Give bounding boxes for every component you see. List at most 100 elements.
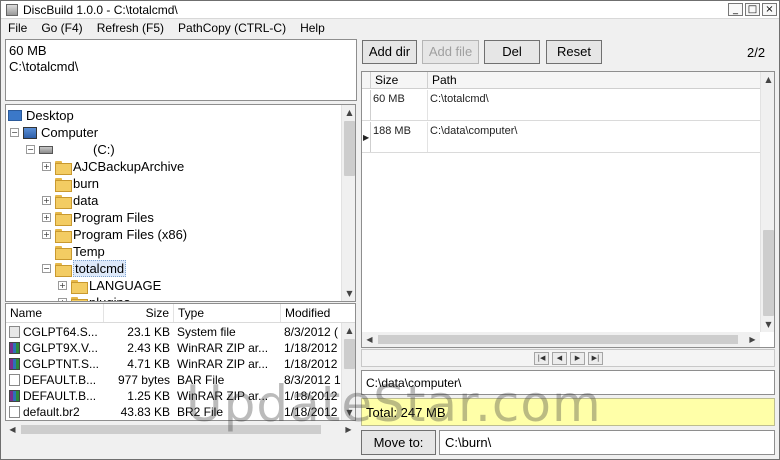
folder-icon [71, 296, 88, 301]
drive-icon [39, 145, 53, 154]
column-header-path[interactable]: Path [428, 72, 762, 88]
tree-item-label: data [73, 193, 99, 208]
column-header-size[interactable]: Size [104, 304, 174, 322]
column-header-size[interactable]: Size [371, 72, 428, 88]
tree-item-plugins[interactable]: + plugins [58, 294, 130, 301]
scroll-thumb[interactable] [378, 335, 738, 344]
grid-header: Size Path [362, 72, 762, 89]
scroll-up-icon[interactable]: ▲ [342, 105, 355, 120]
tree-item-totalcmd[interactable]: − totalcmd [42, 260, 127, 277]
add-dir-button[interactable]: Add dir [362, 40, 417, 64]
scroll-left-icon[interactable]: ◀ [362, 332, 377, 347]
file-list-hscrollbar[interactable]: ◀ ▶ [5, 422, 356, 437]
file-row[interactable]: DEFAULT.B... 1.25 KB WinRAR ZIP ar... 1/… [6, 388, 346, 404]
tree-item-program-files[interactable]: + Program Files [42, 209, 154, 226]
tree-item-program-files-x86[interactable]: + Program Files (x86) [42, 226, 187, 243]
expand-icon[interactable]: + [42, 213, 51, 222]
file-name: CGLPTNT.S... [23, 357, 100, 371]
last-record-icon[interactable]: ▶| [588, 352, 603, 365]
file-list-header: Name Size Type Modified [6, 304, 355, 323]
grid-size: 188 MB [371, 122, 428, 152]
info-size: 60 MB [9, 43, 47, 58]
file-row[interactable]: CGLPT64.S... 23.1 KB System file 8/3/201… [6, 324, 346, 340]
desktop-icon [8, 110, 22, 121]
tree-item-label: Desktop [26, 108, 74, 123]
menu-file[interactable]: File [1, 21, 34, 35]
tree-item-label: Program Files (x86) [73, 227, 188, 242]
reset-button[interactable]: Reset [546, 40, 602, 64]
column-header-modified[interactable]: Modified [281, 304, 355, 322]
column-header-type[interactable]: Type [174, 304, 281, 322]
tree-item-computer[interactable]: − Computer [10, 124, 98, 141]
column-header-name[interactable]: Name [6, 304, 104, 322]
expand-icon[interactable]: + [42, 162, 51, 171]
expand-icon[interactable]: + [42, 196, 51, 205]
tree-item-temp[interactable]: Temp [55, 243, 105, 260]
folder-icon [55, 194, 72, 209]
first-record-icon[interactable]: |◀ [534, 352, 549, 365]
minimize-button[interactable]: _ [728, 3, 743, 16]
file-list-scrollbar[interactable]: ▲ ▼ [341, 323, 355, 420]
collapse-icon[interactable]: − [42, 264, 51, 273]
selected-path-field: C:\data\computer\ [361, 370, 775, 395]
expand-icon[interactable]: + [42, 230, 51, 239]
move-to-input[interactable]: C:\burn\ [439, 430, 775, 455]
scroll-thumb[interactable] [763, 230, 774, 316]
file-row[interactable]: CGLPTNT.S... 4.71 KB WinRAR ZIP ar... 1/… [6, 356, 346, 372]
grid-vscrollbar[interactable]: ▲ ▼ [760, 72, 774, 332]
menu-bar: File Go (F4) Refresh (F5) PathCopy (CTRL… [1, 19, 779, 37]
scroll-down-icon[interactable]: ▼ [342, 405, 355, 420]
file-row[interactable]: DEFAULT.B... 977 bytes BAR File 8/3/2012… [6, 372, 346, 388]
tree-item-ajcbackuparchive[interactable]: + AJCBackupArchive [42, 158, 184, 175]
computer-icon [23, 126, 37, 139]
grid-row[interactable]: 60 MB C:\totalcmd\ [362, 90, 762, 121]
title-bar[interactable]: DiscBuild 1.0.0 - C:\totalcmd\ _ □ × [1, 1, 779, 19]
scroll-right-icon[interactable]: ▶ [745, 332, 760, 347]
system-file-icon [9, 326, 20, 338]
tree-item-data[interactable]: + data [42, 192, 98, 209]
prev-record-icon[interactable]: ◀ [552, 352, 567, 365]
collapse-icon[interactable]: − [10, 128, 19, 137]
info-path: C:\totalcmd\ [9, 59, 79, 74]
tree-item-drive-c[interactable]: − (C:) [26, 141, 115, 158]
add-file-button[interactable]: Add file [422, 40, 479, 64]
file-type: System file [177, 325, 236, 339]
menu-go[interactable]: Go (F4) [34, 21, 89, 35]
menu-help[interactable]: Help [293, 21, 332, 35]
collapse-icon[interactable]: − [26, 145, 35, 154]
file-type: BR2 File [177, 405, 224, 419]
scroll-up-icon[interactable]: ▲ [342, 323, 355, 338]
maximize-button[interactable]: □ [745, 3, 760, 16]
move-to-button[interactable]: Move to: [361, 430, 436, 455]
expand-icon[interactable]: + [58, 298, 67, 301]
menu-pathcopy[interactable]: PathCopy (CTRL-C) [171, 21, 293, 35]
file-name: DEFAULT.B... [23, 389, 97, 403]
scroll-left-icon[interactable]: ◀ [5, 422, 20, 437]
app-window: DiscBuild 1.0.0 - C:\totalcmd\ _ □ × Fil… [0, 0, 780, 460]
next-record-icon[interactable]: ▶ [570, 352, 585, 365]
build-grid[interactable]: Size Path 60 MB C:\totalcmd\ ▶ 188 MB C:… [361, 71, 775, 348]
del-button[interactable]: Del [484, 40, 540, 64]
winrar-icon [9, 358, 20, 370]
grid-hscrollbar[interactable]: ◀ ▶ [362, 332, 760, 347]
file-row[interactable]: default.br2 43.83 KB BR2 File 1/18/2012 [6, 404, 346, 420]
file-list[interactable]: Name Size Type Modified CGLPT64.S... 23.… [5, 303, 356, 421]
scroll-right-icon[interactable]: ▶ [341, 422, 356, 437]
expand-icon[interactable]: + [58, 281, 67, 290]
scroll-up-icon[interactable]: ▲ [761, 72, 774, 87]
scroll-down-icon[interactable]: ▼ [761, 317, 774, 332]
scroll-thumb[interactable] [344, 121, 355, 176]
scroll-thumb[interactable] [21, 425, 321, 434]
tree-item-language[interactable]: + LANGUAGE [58, 277, 161, 294]
folder-tree[interactable]: Desktop − Computer − (C:) + AJCBackupArc… [5, 104, 356, 302]
tree-item-desktop[interactable]: Desktop [8, 107, 74, 124]
tree-item-label: Program Files [73, 210, 154, 225]
scroll-down-icon[interactable]: ▼ [342, 286, 355, 301]
tree-scrollbar[interactable]: ▲ ▼ [341, 105, 355, 301]
tree-item-burn[interactable]: burn [55, 175, 99, 192]
grid-row[interactable]: ▶ 188 MB C:\data\computer\ [362, 122, 762, 153]
file-row[interactable]: CGLPT9X.V... 2.43 KB WinRAR ZIP ar... 1/… [6, 340, 346, 356]
scroll-thumb[interactable] [344, 339, 355, 369]
close-button[interactable]: × [762, 3, 777, 16]
menu-refresh[interactable]: Refresh (F5) [90, 21, 171, 35]
